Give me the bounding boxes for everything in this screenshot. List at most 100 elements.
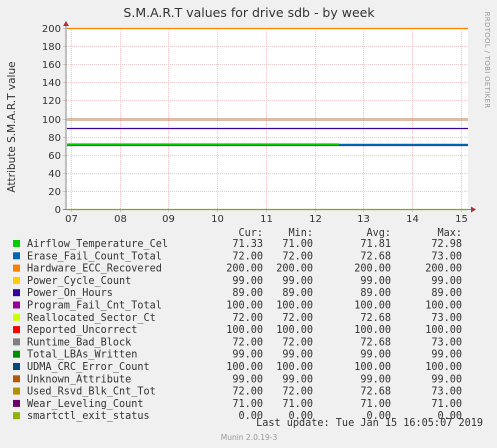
y-tick-label: 100	[42, 115, 61, 126]
y-tick-label: 20	[48, 187, 61, 198]
legend-column-header: Avg:	[366, 228, 391, 239]
x-tick-label: 09	[162, 214, 175, 225]
legend-value: 99.00	[232, 276, 263, 287]
x-tick-label: 10	[211, 214, 224, 225]
legend-swatch	[13, 240, 20, 247]
x-axis-arrow	[471, 206, 476, 213]
legend-value: 71.00	[232, 399, 263, 410]
smart-values-chart: S.M.A.R.T values for drive sdb - by week…	[6, 5, 491, 442]
legend-value: 200.00	[276, 264, 313, 275]
legend-swatch	[13, 276, 20, 284]
legend-value: 71.33	[232, 239, 263, 250]
y-tick-label: 200	[42, 24, 61, 35]
y-tick-label: 40	[48, 169, 61, 180]
legend-value: 71.00	[282, 399, 313, 410]
legend-value: 99.00	[360, 374, 391, 385]
y-tick-label: 60	[48, 151, 61, 162]
y-tick-label: 180	[42, 42, 61, 53]
legend-value: 72.98	[431, 239, 462, 250]
y-axis-arrow	[63, 21, 69, 26]
legend-value: 99.00	[360, 350, 391, 361]
legend-value: 100.00	[226, 362, 263, 373]
legend-swatch	[13, 375, 20, 383]
legend-value: 99.00	[431, 350, 462, 361]
y-tick-label: 0	[55, 205, 61, 216]
legend-swatch	[13, 399, 20, 407]
x-tick-label: 11	[260, 214, 273, 225]
legend-swatch	[13, 363, 20, 370]
legend-swatch	[13, 412, 20, 420]
legend-value: 99.00	[360, 276, 391, 287]
legend-value: 71.00	[282, 239, 313, 250]
last-update: Last update: Tue Jan 15 16:05:07 2019	[256, 418, 483, 429]
legend-value: 200.00	[226, 264, 263, 275]
legend-value: 72.00	[232, 251, 263, 262]
legend-value: 100.00	[354, 301, 391, 312]
legend-value: 100.00	[276, 325, 313, 336]
legend-value: 72.00	[282, 337, 313, 348]
y-tick-label: 160	[42, 60, 61, 71]
legend-label: Reported_Uncorrect	[27, 325, 137, 336]
legend-value: 72.00	[232, 337, 263, 348]
munin-version: Munin 2.0.19-3	[221, 433, 278, 442]
legend-label: Power_On_Hours	[27, 288, 113, 299]
legend-value: 72.68	[360, 387, 391, 398]
legend-swatch	[13, 301, 20, 309]
legend-value: 71.81	[360, 239, 391, 250]
legend-column-header: Cur:	[238, 228, 263, 239]
legend-value: 73.00	[431, 387, 462, 398]
legend-value: 73.00	[431, 251, 462, 262]
legend-value: 99.00	[282, 350, 313, 361]
x-tick-label: 15	[455, 214, 468, 225]
legend-swatch	[13, 264, 20, 272]
legend-value: 73.00	[431, 313, 462, 324]
legend-value: 100.00	[354, 325, 391, 336]
legend-label: Hardware_ECC_Recovered	[27, 264, 162, 275]
legend-value: 100.00	[226, 325, 263, 336]
legend-value: 72.00	[232, 387, 263, 398]
legend-swatch	[13, 289, 20, 297]
legend-value: 100.00	[354, 362, 391, 373]
legend-label: Used_Rsvd_Blk_Cnt_Tot	[27, 387, 156, 398]
legend-value: 89.00	[360, 288, 391, 299]
legend-swatch	[13, 338, 20, 346]
legend-label: Power_Cycle_Count	[27, 276, 131, 287]
chart-title: S.M.A.R.T values for drive sdb - by week	[123, 5, 375, 20]
legend-value: 99.00	[232, 350, 263, 361]
legend-value: 71.00	[360, 399, 391, 410]
rrdtool-credit: RRDTOOL / TOBI OETIKER	[483, 12, 491, 109]
legend-value: 72.68	[360, 313, 391, 324]
legend-column-header: Max:	[437, 228, 462, 239]
y-axis-label: Attribute S.M.A.R.T value	[6, 61, 18, 192]
legend-value: 72.00	[282, 313, 313, 324]
legend-label: Reallocated_Sector_Ct	[27, 313, 156, 324]
x-tick-label: 12	[309, 214, 322, 225]
legend-value: 89.00	[431, 288, 462, 299]
legend-value: 99.00	[232, 374, 263, 385]
legend-value: 100.00	[425, 301, 462, 312]
legend-label: Erase_Fail_Count_Total	[27, 251, 162, 262]
x-tick-label: 07	[65, 214, 78, 225]
legend-swatch	[13, 350, 20, 358]
legend-value: 72.00	[282, 251, 313, 262]
legend-label: Unknown_Attribute	[27, 374, 131, 385]
y-tick-label: 80	[48, 133, 61, 144]
legend-label: UDMA_CRC_Error_Count	[27, 362, 150, 373]
legend-value: 73.00	[431, 337, 462, 348]
legend-value: 99.00	[431, 374, 462, 385]
legend-value: 72.00	[232, 313, 263, 324]
legend-value: 72.68	[360, 251, 391, 262]
legend-label: Runtime_Bad_Block	[27, 337, 131, 348]
legend-value: 99.00	[431, 276, 462, 287]
legend-value: 99.00	[282, 276, 313, 287]
legend-value: 89.00	[232, 288, 263, 299]
legend-label: Total_LBAs_Written	[27, 350, 137, 361]
legend-swatch	[13, 387, 20, 395]
legend-label: smartctl_exit_status	[27, 411, 150, 422]
legend-value: 100.00	[425, 325, 462, 336]
x-tick-label: 08	[114, 214, 127, 225]
legend-value: 72.00	[282, 387, 313, 398]
y-tick-label: 120	[42, 96, 61, 107]
legend-value: 71.00	[431, 399, 462, 410]
legend-value: 200.00	[425, 264, 462, 275]
